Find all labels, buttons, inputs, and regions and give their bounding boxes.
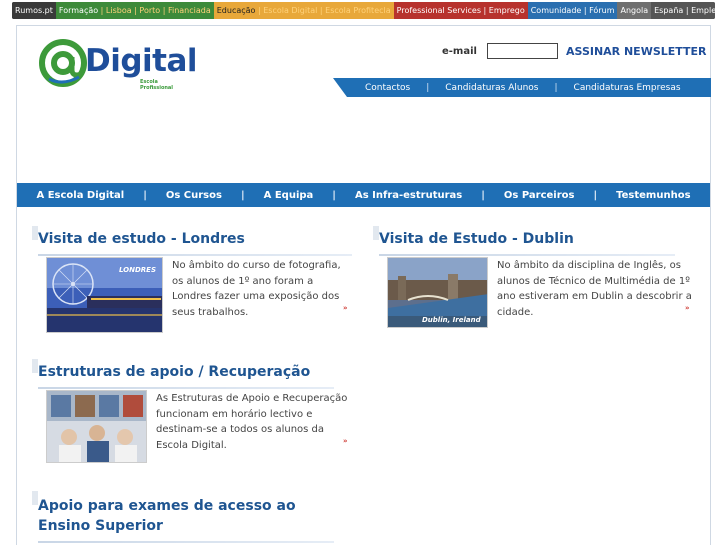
article-card-apoio-exames: Apoio para exames de acesso ao Ensino Su…: [32, 491, 352, 545]
article-card-dublin: Visita de Estudo - Dublin Dublin, Irelan…: [373, 226, 698, 346]
main-nav-parceiros[interactable]: Os Parceiros: [504, 190, 575, 201]
top-nav-separator: |: [426, 82, 430, 93]
page-frame: Digital Escola Profissional e-mail ASSIN…: [16, 25, 711, 545]
main-nav-equipa[interactable]: A Equipa: [264, 190, 314, 201]
network-bar: Rumos.pt Formação | Lisboa | Porto | Fin…: [12, 2, 715, 19]
article-title[interactable]: Apoio para exames de acesso ao Ensino Su…: [38, 496, 338, 536]
title-underline: [38, 541, 334, 543]
netbar-educacao-sub: | Escola Digital | Escola Profitecla: [255, 6, 391, 15]
main-nav-separator: |: [593, 189, 598, 201]
main-nav-separator: |: [481, 189, 485, 201]
netbar-formacao-label: Formação: [58, 6, 99, 15]
main-nav-infra-estruturas[interactable]: As Infra-estruturas: [355, 190, 462, 201]
netbar-educacao-link[interactable]: Educação | Escola Digital | Escola Profi…: [213, 2, 394, 19]
top-nav-contactos[interactable]: Contactos: [365, 83, 410, 93]
logo-wordmark: Digital: [85, 43, 198, 79]
main-nav-testemunhos[interactable]: Testemunhos: [616, 190, 690, 201]
article-card-londres: Visita de estudo - Londres LONDRES No âm…: [32, 226, 352, 346]
article-summary: No âmbito da disciplina de Inglês, os al…: [497, 260, 692, 318]
netbar-angola-link[interactable]: Angola: [617, 2, 652, 19]
title-underline: [38, 387, 334, 389]
logo-tagline: Escola Profissional: [140, 79, 174, 91]
top-nav-candidaturas-alunos[interactable]: Candidaturas Alunos: [445, 83, 538, 93]
netbar-rumos-link[interactable]: Rumos.pt: [12, 2, 56, 19]
escola-digital-logo[interactable]: Digital Escola Profissional: [39, 39, 198, 91]
netbar-professional-link[interactable]: Professional Services | Emprego: [393, 2, 528, 19]
article-image-londres[interactable]: LONDRES: [46, 257, 163, 333]
netbar-educacao-label: Educação: [216, 6, 256, 15]
netbar-formacao-sub: | Lisboa | Porto | Financiada: [98, 6, 211, 15]
netbar-formacao-link[interactable]: Formação | Lisboa | Porto | Financiada: [55, 2, 214, 19]
subscribe-newsletter-link[interactable]: ASSINAR NEWSLETTER: [566, 45, 707, 58]
article-title[interactable]: Visita de estudo - Londres: [38, 231, 245, 247]
main-nav-separator: |: [240, 189, 245, 201]
read-more-link[interactable]: »: [343, 437, 348, 445]
netbar-comunidade-link[interactable]: Comunidade | Fórum: [527, 2, 618, 19]
top-nav-candidaturas-empresas[interactable]: Candidaturas Empresas: [574, 83, 681, 93]
article-card-estruturas: Estruturas de apoio / Recuperação As Est…: [32, 359, 352, 474]
title-underline: [38, 254, 352, 256]
email-label: e-mail: [442, 45, 477, 57]
top-nav: Contactos | Candidaturas Alunos | Candid…: [333, 78, 711, 97]
article-image-dublin[interactable]: Dublin, Ireland: [387, 257, 488, 328]
article-summary: As Estruturas de Apoio e Recuperação fun…: [156, 393, 348, 451]
article-title[interactable]: Estruturas de apoio / Recuperação: [38, 364, 310, 380]
at-sign-logo-icon: [39, 39, 87, 87]
newsletter-form: e-mail: [442, 43, 558, 59]
main-nav-cursos[interactable]: Os Cursos: [166, 190, 222, 201]
netbar-espana-link[interactable]: España | Empleo: [651, 2, 715, 19]
top-nav-separator: |: [554, 82, 558, 93]
main-nav-separator: |: [143, 189, 147, 201]
image-caption: Dublin, Ireland: [422, 316, 481, 324]
article-title[interactable]: Visita de Estudo - Dublin: [379, 231, 574, 247]
main-nav-separator: |: [332, 189, 336, 201]
read-more-link[interactable]: »: [685, 304, 690, 312]
article-image-estruturas[interactable]: [46, 390, 147, 463]
read-more-link[interactable]: »: [343, 304, 348, 312]
students-photo: [47, 391, 146, 462]
email-field[interactable]: [486, 43, 558, 59]
main-nav: A Escola Digital | Os Cursos | A Equipa …: [17, 183, 710, 207]
main-nav-escola-digital[interactable]: A Escola Digital: [36, 190, 124, 201]
title-underline: [379, 254, 675, 256]
article-summary: No âmbito do curso de fotografia, os alu…: [172, 260, 341, 318]
image-caption: LONDRES: [118, 266, 156, 274]
